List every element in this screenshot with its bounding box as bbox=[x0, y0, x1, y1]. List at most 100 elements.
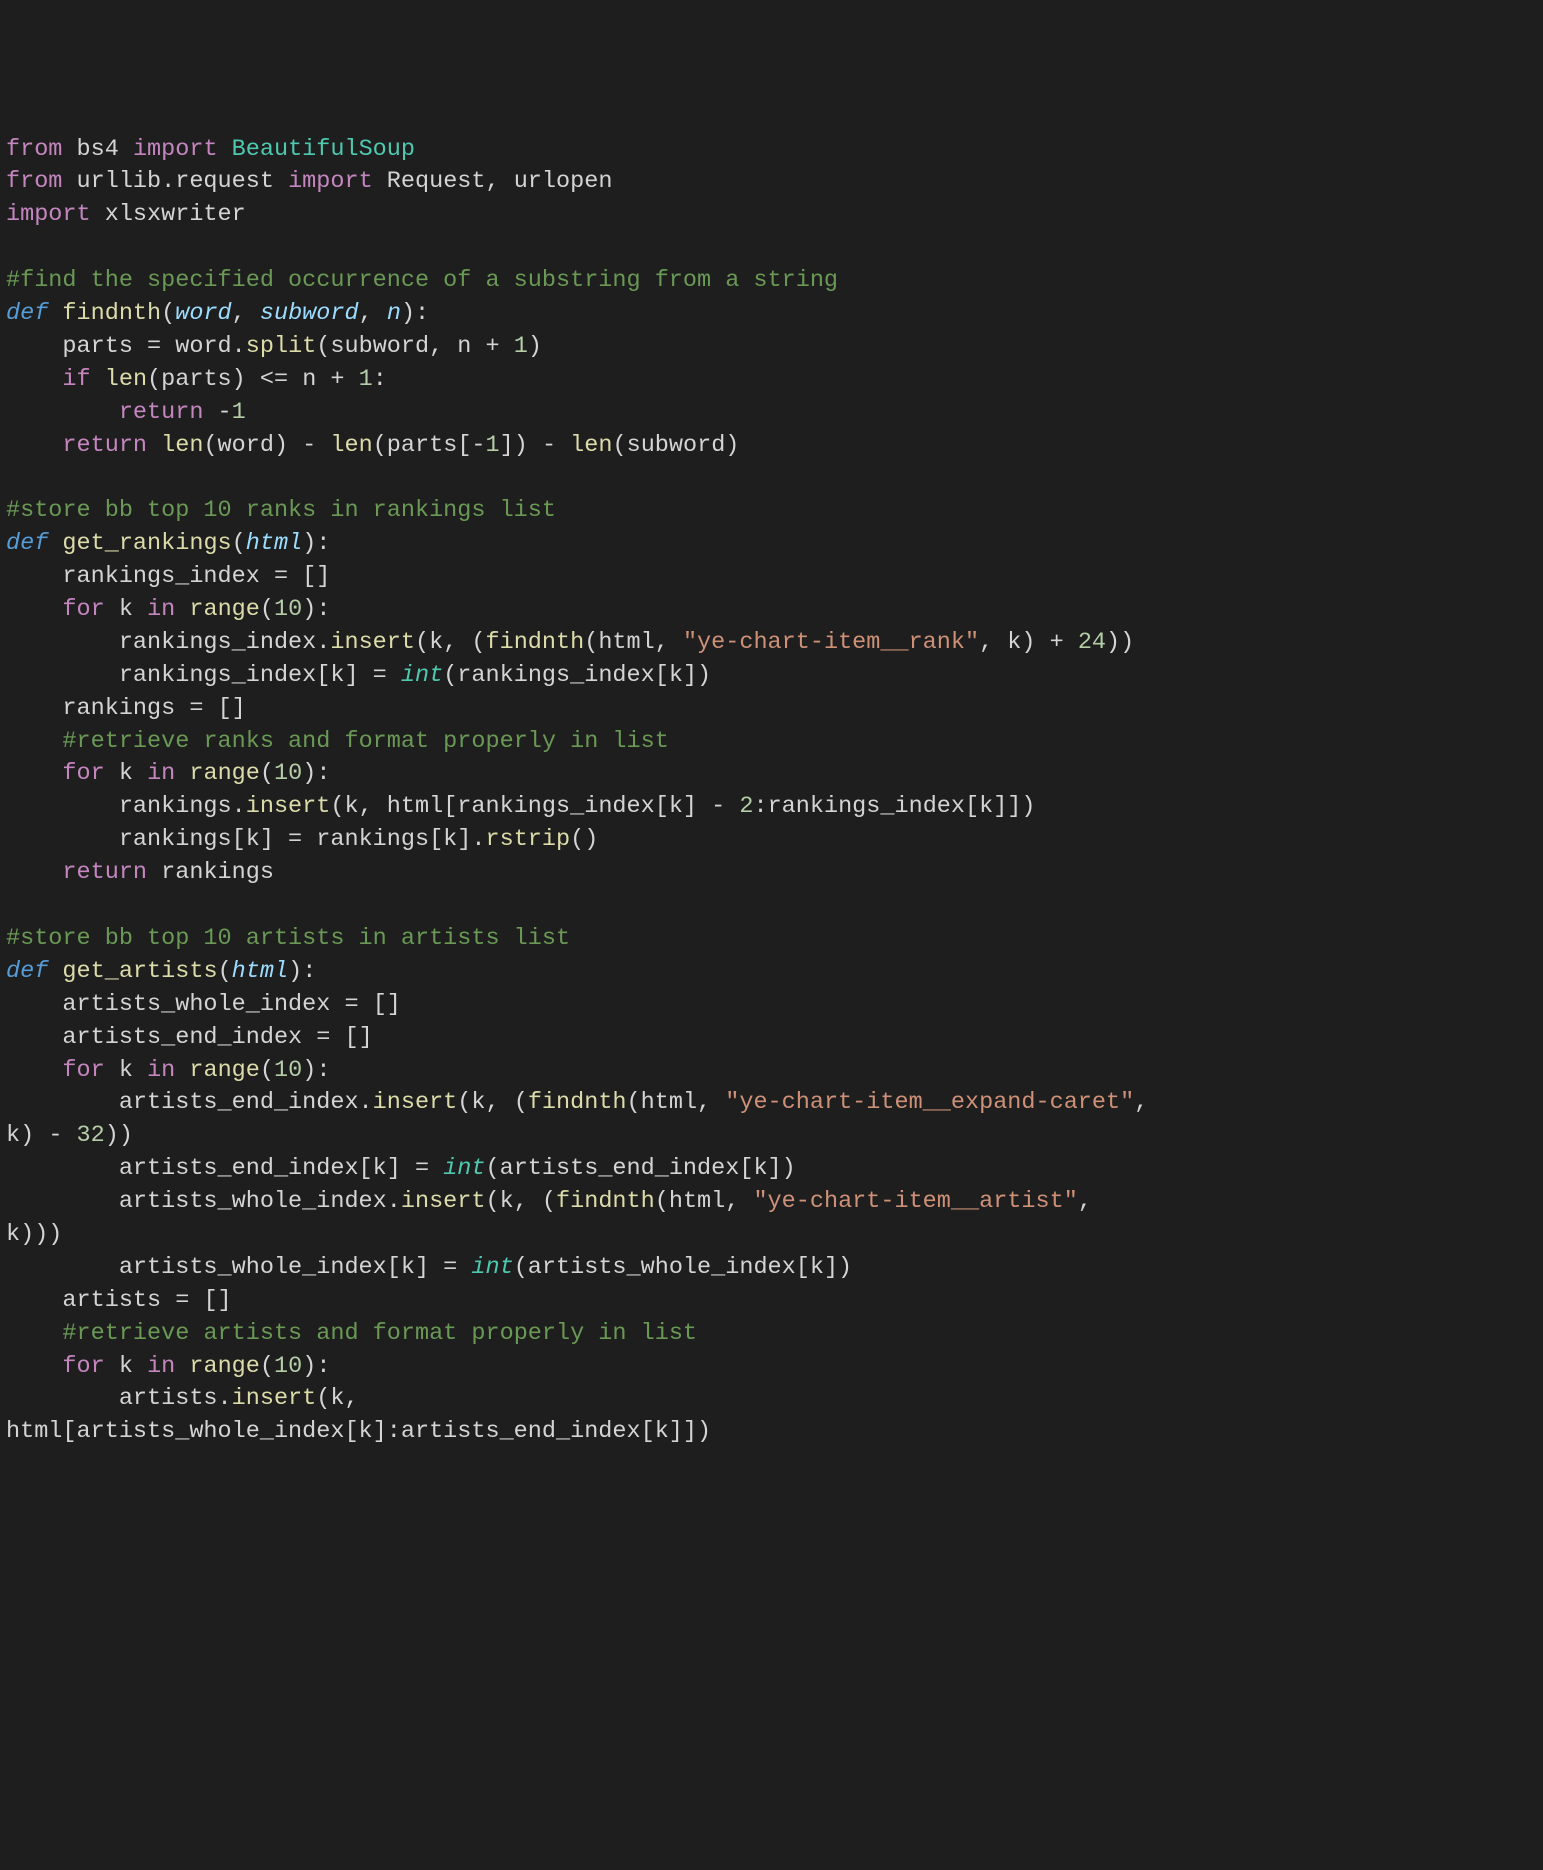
code-token: (k, ( bbox=[415, 629, 486, 656]
code-line[interactable]: def get_rankings(html): bbox=[6, 528, 1537, 561]
code-token: insert bbox=[330, 629, 415, 656]
code-line[interactable] bbox=[6, 462, 1537, 495]
code-token: in bbox=[147, 1353, 189, 1380]
code-token: - bbox=[218, 399, 232, 426]
code-line[interactable]: for k in range(10): bbox=[6, 1055, 1537, 1088]
code-line[interactable]: for k in range(10): bbox=[6, 1351, 1537, 1384]
code-token bbox=[6, 760, 62, 787]
code-token: , k) bbox=[979, 629, 1050, 656]
code-line[interactable]: from urllib.request import Request, urlo… bbox=[6, 166, 1537, 199]
code-token: html bbox=[246, 530, 302, 557]
code-token: import bbox=[6, 201, 105, 228]
code-line[interactable]: import xlsxwriter bbox=[6, 199, 1537, 232]
code-token: = bbox=[274, 563, 302, 590]
code-token: get_rankings bbox=[62, 530, 231, 557]
code-line[interactable]: artists_whole_index.insert(k, (findnth(h… bbox=[6, 1186, 1537, 1219]
code-token: rankings_index. bbox=[6, 629, 330, 656]
code-line[interactable]: html[artists_whole_index[k]:artists_end_… bbox=[6, 1416, 1537, 1449]
code-token: () bbox=[570, 826, 598, 853]
code-token: return bbox=[62, 859, 161, 886]
code-token: (artists_end_index[k]) bbox=[486, 1155, 796, 1182]
code-token: insert bbox=[246, 793, 331, 820]
code-line[interactable]: if len(parts) <= n + 1: bbox=[6, 364, 1537, 397]
code-line[interactable]: parts = word.split(subword, n + 1) bbox=[6, 331, 1537, 364]
code-token: parts bbox=[6, 333, 147, 360]
code-token: = bbox=[415, 1155, 443, 1182]
code-line[interactable]: rankings.insert(k, html[rankings_index[k… bbox=[6, 791, 1537, 824]
code-line[interactable]: #find the specified occurrence of a subs… bbox=[6, 265, 1537, 298]
code-token: [] bbox=[344, 1024, 372, 1051]
code-line[interactable]: from bs4 import BeautifulSoup bbox=[6, 134, 1537, 167]
code-line[interactable] bbox=[6, 890, 1537, 923]
code-line[interactable]: for k in range(10): bbox=[6, 594, 1537, 627]
code-token: , bbox=[1134, 1089, 1162, 1116]
code-line[interactable]: k))) bbox=[6, 1219, 1537, 1252]
code-token: ( bbox=[260, 1353, 274, 1380]
code-line[interactable]: #retrieve ranks and format properly in l… bbox=[6, 726, 1537, 759]
code-token: BeautifulSoup bbox=[232, 136, 415, 163]
code-token bbox=[6, 1057, 62, 1084]
code-line[interactable]: #store bb top 10 artists in artists list bbox=[6, 923, 1537, 956]
code-token: = bbox=[443, 1254, 471, 1281]
code-token: int bbox=[443, 1155, 485, 1182]
code-token: import bbox=[288, 168, 387, 195]
code-line[interactable]: rankings_index = [] bbox=[6, 561, 1537, 594]
code-token: 1 bbox=[359, 366, 373, 393]
code-line[interactable]: artists.insert(k, bbox=[6, 1383, 1537, 1416]
code-line[interactable]: artists_whole_index = [] bbox=[6, 989, 1537, 1022]
code-line[interactable]: return -1 bbox=[6, 397, 1537, 430]
code-line[interactable]: rankings = [] bbox=[6, 693, 1537, 726]
code-token: rankings[k]. bbox=[316, 826, 485, 853]
code-editor[interactable]: from bs4 import BeautifulSoupfrom urllib… bbox=[0, 132, 1543, 1452]
code-token: "ye-chart-item__rank" bbox=[683, 629, 979, 656]
code-token: (k, ( bbox=[486, 1188, 557, 1215]
code-token: artists_whole_index. bbox=[6, 1188, 401, 1215]
code-line[interactable]: artists = [] bbox=[6, 1285, 1537, 1318]
code-token: ( bbox=[260, 1057, 274, 1084]
code-token: )) bbox=[105, 1122, 133, 1149]
code-token: xlsxwriter bbox=[105, 201, 246, 228]
code-token: artists_end_index[k] bbox=[6, 1155, 415, 1182]
code-token: = bbox=[344, 991, 372, 1018]
code-line[interactable]: #retrieve artists and format properly in… bbox=[6, 1318, 1537, 1351]
code-token: n bbox=[387, 300, 401, 327]
code-line[interactable]: artists_end_index.insert(k, (findnth(htm… bbox=[6, 1087, 1537, 1120]
code-line[interactable]: #store bb top 10 ranks in rankings list bbox=[6, 495, 1537, 528]
code-token: ]) bbox=[500, 432, 542, 459]
code-line[interactable]: artists_end_index[k] = int(artists_end_i… bbox=[6, 1153, 1537, 1186]
code-token: for bbox=[62, 596, 118, 623]
code-token: + bbox=[1050, 629, 1078, 656]
code-token: for bbox=[62, 760, 118, 787]
code-token: html bbox=[232, 958, 288, 985]
code-line[interactable]: def get_artists(html): bbox=[6, 956, 1537, 989]
code-token: ): bbox=[302, 1057, 330, 1084]
code-line[interactable]: return len(word) - len(parts[-1]) - len(… bbox=[6, 430, 1537, 463]
code-token: rstrip bbox=[486, 826, 571, 853]
code-line[interactable]: rankings_index[k] = int(rankings_index[k… bbox=[6, 660, 1537, 693]
code-line[interactable]: rankings[k] = rankings[k].rstrip() bbox=[6, 824, 1537, 857]
code-token: - bbox=[48, 1122, 76, 1149]
code-token: findnth bbox=[62, 300, 161, 327]
code-line[interactable]: rankings_index.insert(k, (findnth(html, … bbox=[6, 627, 1537, 660]
code-token: findnth bbox=[486, 629, 585, 656]
code-token: (word) bbox=[203, 432, 302, 459]
code-token: from bbox=[6, 168, 77, 195]
code-token: return bbox=[119, 399, 218, 426]
code-token: artists_whole_index[k] bbox=[6, 1254, 443, 1281]
code-token: artists_whole_index bbox=[6, 991, 344, 1018]
code-token: #retrieve ranks and format properly in l… bbox=[62, 728, 668, 755]
code-token: (html, bbox=[655, 1188, 754, 1215]
code-token: insert bbox=[232, 1385, 317, 1412]
code-token bbox=[6, 596, 62, 623]
code-token: #retrieve artists and format properly in… bbox=[62, 1320, 697, 1347]
code-line[interactable]: artists_whole_index[k] = int(artists_who… bbox=[6, 1252, 1537, 1285]
code-line[interactable] bbox=[6, 232, 1537, 265]
code-token: (parts) bbox=[147, 366, 260, 393]
code-token: "ye-chart-item__expand-caret" bbox=[725, 1089, 1134, 1116]
code-line[interactable]: k) - 32)) bbox=[6, 1120, 1537, 1153]
code-token: 10 bbox=[274, 1353, 302, 1380]
code-line[interactable]: artists_end_index = [] bbox=[6, 1022, 1537, 1055]
code-line[interactable]: for k in range(10): bbox=[6, 758, 1537, 791]
code-line[interactable]: def findnth(word, subword, n): bbox=[6, 298, 1537, 331]
code-line[interactable]: return rankings bbox=[6, 857, 1537, 890]
